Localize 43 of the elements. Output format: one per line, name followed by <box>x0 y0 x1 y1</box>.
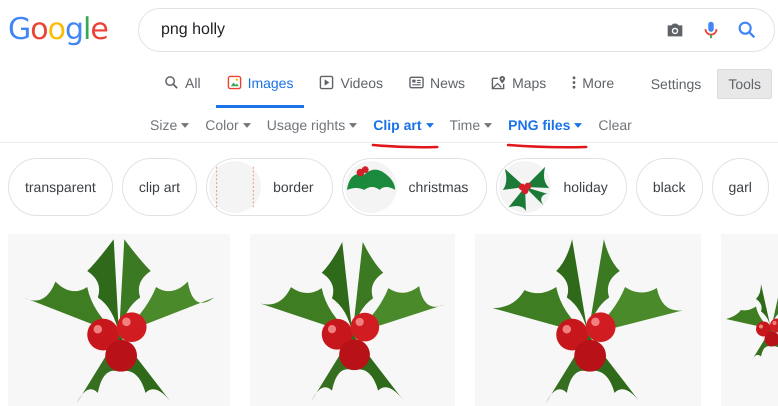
suggestion-chip[interactable]: border <box>206 158 333 216</box>
filter-dropdown[interactable]: Clip art <box>373 113 434 137</box>
suggestion-chip[interactable]: holiday <box>496 158 627 216</box>
suggestion-chip[interactable]: black <box>636 158 702 216</box>
more-icon <box>572 75 576 90</box>
settings-link[interactable]: Settings <box>640 70 712 98</box>
holly-thumbnail <box>344 161 397 213</box>
filter-dropdown[interactable]: Color <box>205 113 251 137</box>
result-image[interactable] <box>250 234 455 406</box>
filter-dropdown[interactable]: Time <box>450 113 492 137</box>
filter-dropdown[interactable]: Usage rights <box>266 113 358 137</box>
newspaper-icon <box>409 75 424 90</box>
caret-icon <box>349 122 358 128</box>
border-thumbnail <box>209 161 262 213</box>
map-pin-icon <box>491 75 506 90</box>
suggestion-chip[interactable]: garl <box>712 158 769 216</box>
suggestion-chip[interactable]: transparent <box>8 158 113 216</box>
search-field[interactable]: png holly <box>159 20 650 40</box>
nav-tab[interactable]: Maps <box>480 60 558 108</box>
search-bar[interactable]: png holly <box>138 8 775 52</box>
nav-tab[interactable]: Videos <box>308 60 394 108</box>
nav-tab[interactable]: Images <box>216 60 304 108</box>
clear-link[interactable]: Clear <box>598 113 632 137</box>
result-image[interactable] <box>475 234 701 406</box>
holly-thumbnail <box>499 161 552 213</box>
caret-icon <box>426 122 434 128</box>
filter-dropdown[interactable]: PNG files <box>508 113 582 137</box>
caret-icon <box>181 122 190 128</box>
search-icon <box>164 75 179 90</box>
suggestion-chip[interactable]: clip art <box>122 158 198 216</box>
suggestion-chip[interactable]: christmas <box>342 158 488 216</box>
caret-icon <box>574 122 582 128</box>
tools-button[interactable]: Tools <box>717 69 772 99</box>
search-icon[interactable] <box>736 19 758 41</box>
nav-tab[interactable]: More <box>561 60 626 108</box>
filter-dropdown[interactable]: Size <box>150 113 190 137</box>
nav-tab[interactable]: News <box>398 60 476 108</box>
image-icon <box>226 75 242 90</box>
result-image[interactable] <box>8 234 230 406</box>
caret-icon <box>484 122 492 128</box>
play-icon <box>319 75 334 90</box>
nav-tab[interactable]: All <box>153 60 212 108</box>
caret-icon <box>242 122 251 128</box>
